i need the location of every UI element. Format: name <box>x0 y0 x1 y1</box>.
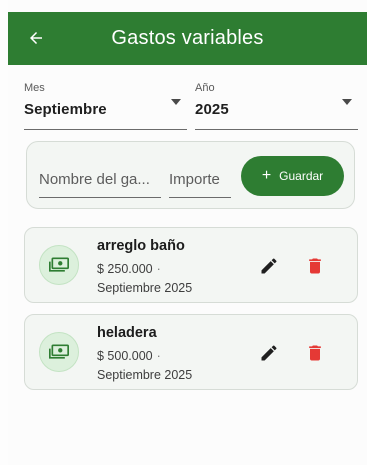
save-button-label: Guardar <box>279 169 324 183</box>
expense-amount-underline <box>169 197 231 198</box>
year-dropdown[interactable]: Año 2025 <box>195 82 358 130</box>
expense-name-underline <box>39 197 161 198</box>
pencil-icon <box>261 258 277 274</box>
add-expense-form: + Guardar <box>26 141 355 209</box>
month-dropdown[interactable]: Mes Septiembre <box>24 82 187 130</box>
expense-amount: $ 250.000 <box>97 262 153 276</box>
expense-name-input[interactable] <box>39 156 161 198</box>
caret-down-icon <box>342 99 352 105</box>
delete-button[interactable] <box>304 342 326 364</box>
expense-amount-field <box>169 156 231 198</box>
year-label: Año <box>195 82 215 94</box>
month-value: Septiembre <box>24 101 107 118</box>
caret-down-icon <box>171 99 181 105</box>
delete-button[interactable] <box>304 255 326 277</box>
trash-icon <box>309 258 321 274</box>
year-value: 2025 <box>195 101 229 118</box>
expense-amount: $ 500.000 <box>97 349 153 363</box>
expense-period: Septiembre 2025 <box>97 281 193 295</box>
page-title: Gastos variables <box>111 27 264 49</box>
app-frame: Gastos variables Mes Septiembre Año 2025… <box>8 0 367 465</box>
month-label: Mes <box>24 82 45 94</box>
money-icon <box>39 245 79 285</box>
edit-button[interactable] <box>258 342 280 364</box>
save-button[interactable]: + Guardar <box>241 156 344 196</box>
expense-details: $ 500.000 · Septiembre 2025 <box>97 347 192 385</box>
money-icon <box>39 332 79 372</box>
pencil-icon <box>261 345 277 361</box>
plus-icon: + <box>261 167 272 184</box>
expense-name: arreglo baño <box>97 238 185 254</box>
edit-button[interactable] <box>258 255 280 277</box>
expense-item: heladera $ 500.000 · Septiembre 2025 <box>24 314 358 390</box>
expense-name-field <box>39 156 161 198</box>
year-underline <box>195 129 358 130</box>
expense-period: Septiembre 2025 <box>97 368 193 382</box>
expense-separator: · <box>156 262 161 276</box>
expense-details: $ 250.000 · Septiembre 2025 <box>97 260 192 298</box>
expense-item: arreglo baño $ 250.000 · Septiembre 2025 <box>24 227 358 303</box>
expense-amount-input[interactable] <box>169 156 231 198</box>
month-underline <box>24 129 187 130</box>
expense-name: heladera <box>97 325 157 341</box>
trash-icon <box>309 345 321 361</box>
expense-separator: · <box>156 349 161 363</box>
app-bar: Gastos variables <box>8 12 367 65</box>
